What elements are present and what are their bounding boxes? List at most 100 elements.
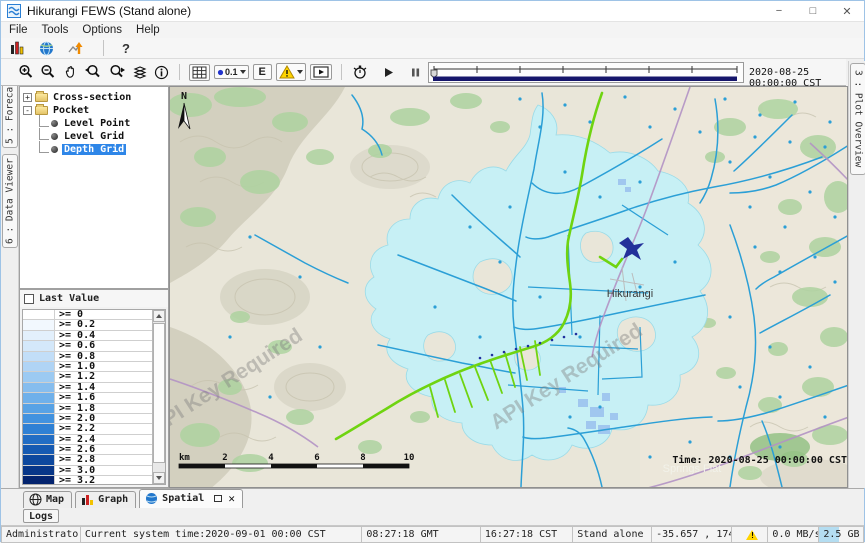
timeseries-display-button[interactable] bbox=[67, 40, 86, 57]
stopwatch-icon bbox=[352, 64, 368, 80]
maximize-tab-icon[interactable] bbox=[214, 495, 222, 502]
svg-text:10: 10 bbox=[404, 453, 415, 463]
legend-scrollbar[interactable] bbox=[152, 310, 165, 484]
pan-button[interactable] bbox=[61, 63, 79, 81]
legend-table: >= 0 >= 0.2 >= 0.4 >= 0.6 >= 0.8 >= 1.0 … bbox=[22, 309, 166, 485]
bar-chart-icon bbox=[10, 41, 25, 55]
wireframe-globe-icon bbox=[29, 493, 42, 506]
menu-tools[interactable]: Tools bbox=[42, 24, 69, 36]
scroll-down-button[interactable] bbox=[153, 472, 165, 484]
status-gmt-time: 08:27:18 GMT bbox=[362, 526, 481, 543]
toolbar-separator bbox=[341, 64, 342, 80]
movie-icon bbox=[313, 66, 329, 78]
status-coordinates: -35.657 , 174.199 bbox=[652, 526, 732, 543]
help-button[interactable]: ? bbox=[121, 40, 131, 57]
maximize-button[interactable]: □ bbox=[796, 1, 830, 21]
menu-file[interactable]: File bbox=[9, 24, 28, 36]
scroll-up-button[interactable] bbox=[153, 310, 165, 322]
last-value-label: Last Value bbox=[39, 293, 99, 304]
svg-text:6: 6 bbox=[314, 453, 319, 463]
window-title: Hikurangi FEWS (Stand alone) bbox=[27, 4, 191, 18]
minimize-button[interactable]: − bbox=[762, 1, 796, 21]
spatial-display-button[interactable] bbox=[38, 40, 55, 57]
zoom-next-button[interactable] bbox=[107, 63, 127, 81]
tab-map[interactable]: Map bbox=[23, 491, 72, 508]
menu-options[interactable]: Options bbox=[82, 24, 122, 36]
legend-swatch bbox=[23, 383, 55, 392]
legend-swatch bbox=[23, 466, 55, 475]
menu-bar: File Tools Options Help bbox=[1, 22, 864, 38]
map-view[interactable]: API Key Required API Key Required Hikura… bbox=[169, 86, 848, 488]
status-bar: Administrator Current system time:2020-0… bbox=[1, 525, 864, 543]
animation-settings-button[interactable] bbox=[351, 63, 369, 81]
tree-item-cross-section[interactable]: + Cross-section bbox=[20, 91, 168, 103]
class-interval-dropdown[interactable]: 0.1 bbox=[214, 65, 249, 79]
database-display-button[interactable] bbox=[9, 40, 26, 56]
info-button[interactable] bbox=[153, 64, 170, 81]
map-time-label: Time: 2020-08-25 00:00:00 CST bbox=[672, 454, 847, 466]
zoom-previous-icon bbox=[84, 64, 102, 80]
tab-graph[interactable]: Graph bbox=[75, 491, 136, 508]
logs-row: Logs bbox=[1, 508, 864, 525]
legend-swatch bbox=[23, 341, 55, 350]
time-slider[interactable] bbox=[428, 62, 744, 83]
title-bar: Hikurangi FEWS (Stand alone) − □ ✕ bbox=[1, 1, 864, 22]
layers-button[interactable] bbox=[131, 64, 149, 81]
folder-icon bbox=[35, 93, 48, 102]
svg-text:8: 8 bbox=[360, 453, 365, 463]
tree-item-depth-grid[interactable]: Depth Grid bbox=[20, 143, 168, 155]
status-system-time: Current system time:2020-09-01 00:00 CST bbox=[81, 526, 363, 543]
legend-swatch bbox=[23, 445, 55, 454]
chevron-down-icon bbox=[240, 70, 246, 74]
node-bullet-icon bbox=[51, 146, 58, 153]
tab-forecast[interactable]: 5 : Forecast bbox=[2, 86, 18, 148]
chart-arrow-icon bbox=[68, 41, 85, 56]
status-mode: Stand alone bbox=[573, 526, 652, 543]
zoom-in-button[interactable] bbox=[17, 63, 35, 81]
pause-icon bbox=[409, 66, 422, 79]
legend-swatch bbox=[23, 455, 55, 464]
play-button[interactable] bbox=[381, 65, 396, 80]
tree-item-pocket[interactable]: - Pocket bbox=[20, 104, 168, 116]
globe-icon bbox=[145, 492, 158, 505]
status-memory: 2.5 GB bbox=[819, 526, 864, 543]
filter-tree-panel: + Cross-section - Pocket Level Point Lev… bbox=[19, 86, 169, 289]
last-value-checkbox[interactable] bbox=[24, 294, 34, 304]
main-toolbar: ? bbox=[1, 38, 864, 59]
tab-data-viewer[interactable]: 6 : Data Viewer bbox=[2, 154, 18, 248]
legend-swatch bbox=[23, 476, 55, 485]
right-tab-strip: 3 : Plot Overview bbox=[848, 61, 865, 488]
thresholds-dropdown[interactable] bbox=[276, 63, 306, 81]
legend-row: >= 0.6 bbox=[23, 341, 152, 351]
svg-text:2: 2 bbox=[222, 453, 227, 463]
tree-connector bbox=[39, 128, 49, 140]
close-button[interactable]: ✕ bbox=[830, 1, 864, 21]
tab-logs[interactable]: Logs bbox=[23, 509, 59, 523]
tree-connector bbox=[39, 115, 49, 127]
scrollbar-thumb[interactable] bbox=[153, 323, 165, 463]
expander-icon[interactable]: - bbox=[23, 106, 32, 115]
grid-icon bbox=[192, 66, 207, 79]
legend-swatch bbox=[23, 424, 55, 433]
menu-help[interactable]: Help bbox=[136, 24, 160, 36]
warning-icon bbox=[279, 65, 295, 79]
legend-swatch bbox=[23, 404, 55, 413]
close-tab-icon[interactable]: ✕ bbox=[228, 492, 235, 505]
scale-unit: km bbox=[179, 453, 190, 463]
tab-spatial[interactable]: Spatial ✕ bbox=[139, 489, 243, 508]
folder-icon bbox=[35, 106, 48, 115]
tab-plot-overview[interactable]: 3 : Plot Overview bbox=[850, 63, 865, 175]
pause-button[interactable] bbox=[408, 65, 423, 80]
tree-connector bbox=[39, 141, 49, 153]
map-canvas: API Key Required API Key Required Hikura… bbox=[170, 87, 848, 488]
zoom-previous-button[interactable] bbox=[83, 63, 103, 81]
zoom-out-button[interactable] bbox=[39, 63, 57, 81]
status-warning[interactable] bbox=[732, 526, 769, 543]
info-icon bbox=[154, 65, 169, 80]
longitudinal-profile-button[interactable]: E bbox=[253, 64, 272, 80]
node-bullet-icon bbox=[51, 133, 58, 140]
animation-button[interactable] bbox=[310, 64, 332, 80]
legend-panel: Last Value >= 0 >= 0.2 >= 0.4 >= 0.6 >= … bbox=[19, 289, 169, 488]
grid-display-button[interactable] bbox=[189, 64, 210, 81]
expander-icon[interactable]: + bbox=[23, 93, 32, 102]
